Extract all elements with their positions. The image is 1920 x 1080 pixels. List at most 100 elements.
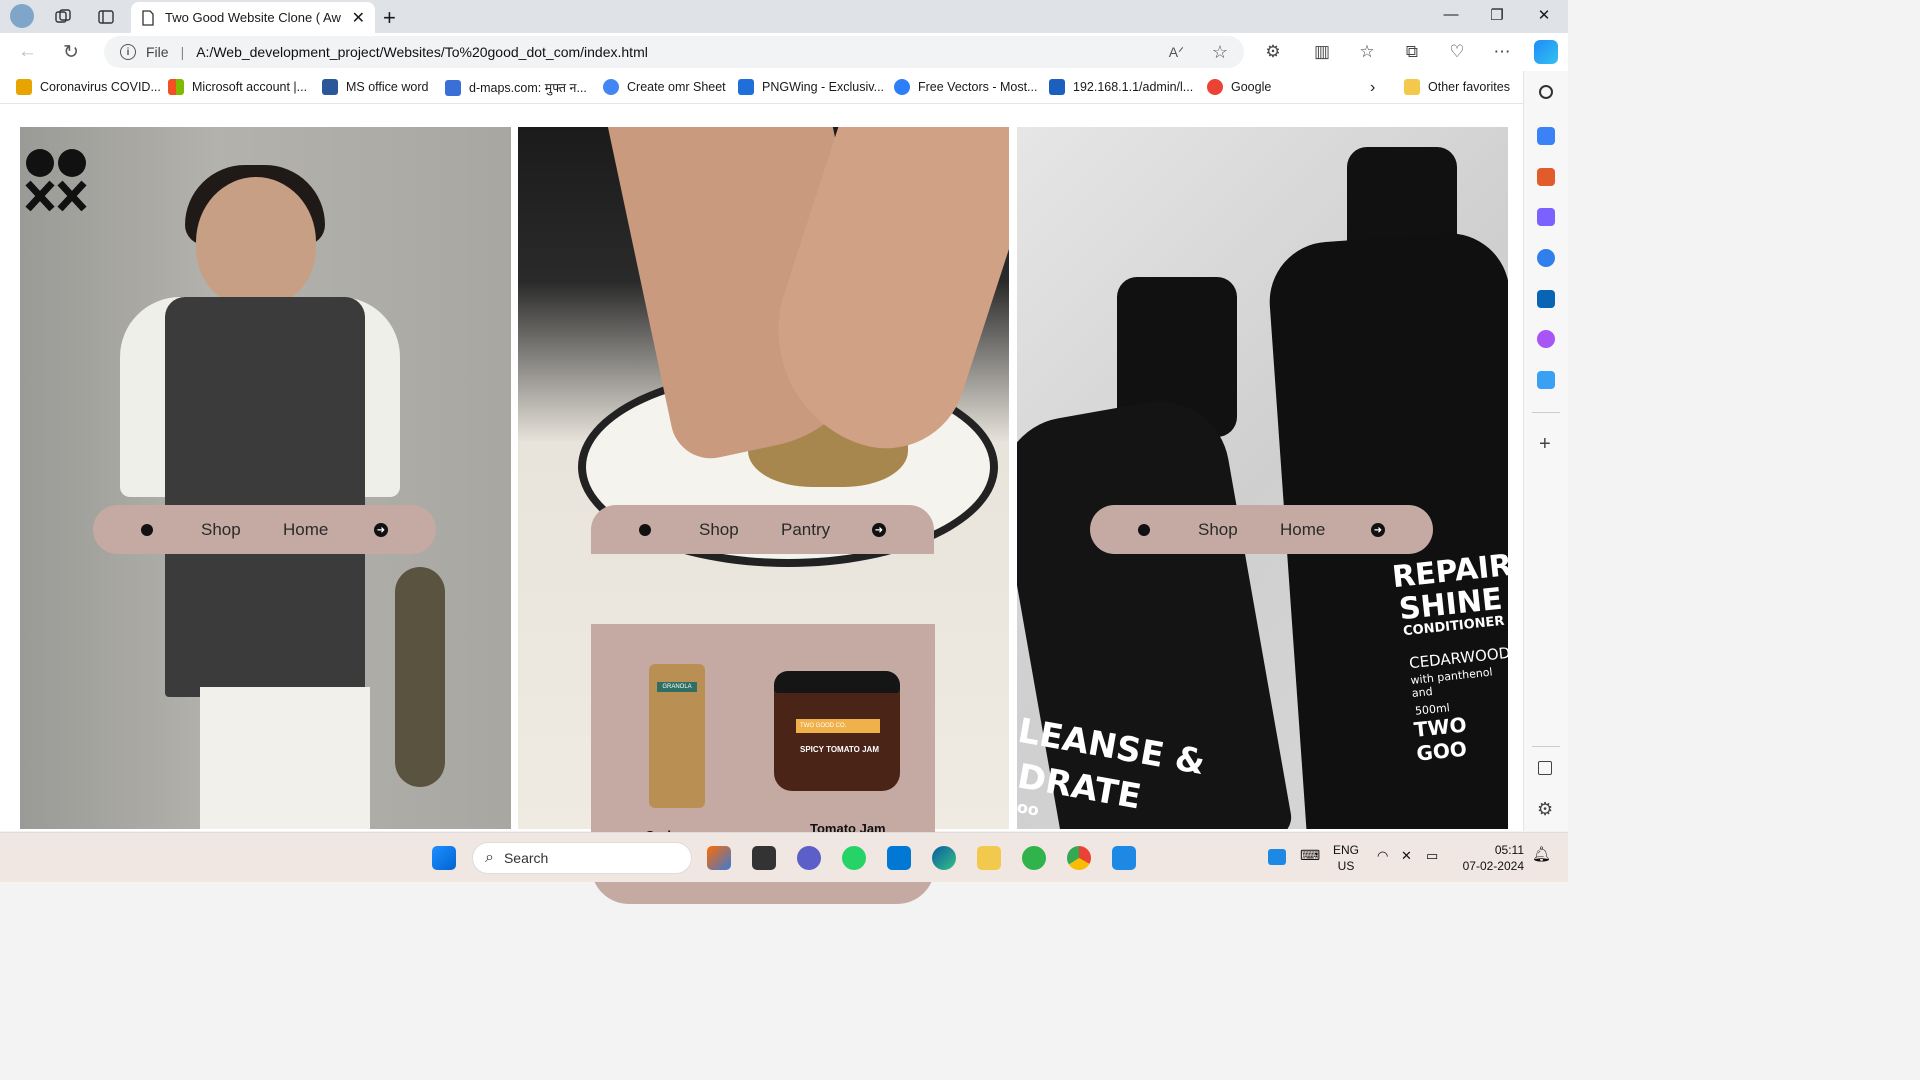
bottle-label-brand: TWO GOO [1412,712,1468,766]
add-icon[interactable]: + [1539,433,1551,456]
microsoft365-icon[interactable] [1537,249,1555,267]
router-icon [1049,79,1065,95]
windows-taskbar: ⌕ Search ⌨ ENG US ◠ ✕ ▭ 05:11 07-02-2024… [0,832,1568,882]
favorite-item[interactable]: 192.168.1.1/admin/l... [1049,79,1193,95]
word-icon [322,79,338,95]
app-green-icon[interactable] [1022,846,1046,870]
tab-actions-icon[interactable] [95,6,117,28]
active-tab[interactable]: Two Good Website Clone ( Awar ✕ [131,2,375,33]
favorite-star-icon[interactable]: ☆ [1212,42,1228,63]
games-icon[interactable] [1537,208,1555,226]
other-favorites[interactable]: Other favorites [1404,79,1510,95]
favorite-icon [16,79,32,95]
favorite-item[interactable]: Create omr Sheet [603,79,726,95]
folder-icon [1404,79,1420,95]
more-favorites-chevron-icon[interactable]: › [1370,79,1375,97]
copilot-icon[interactable] [1534,40,1558,64]
more-options-icon[interactable]: ⋯ [1491,42,1513,62]
close-window-button[interactable]: ✕ [1529,6,1559,24]
menu-shop-link[interactable]: Shop [699,520,739,540]
favorite-label: 192.168.1.1/admin/l... [1073,80,1194,94]
panel2-menu: Shop Pantry ➜ [591,505,934,554]
search-icon[interactable] [1539,85,1553,99]
browser-essentials-icon[interactable]: ♡ [1446,42,1468,62]
menu-shop-link[interactable]: Shop [1198,520,1238,540]
clock[interactable]: 05:11 07-02-2024 [1458,842,1524,874]
search-label: Search [503,850,549,866]
keyboard-icon[interactable]: ⌨ [1300,847,1320,863]
teams-chat-icon[interactable] [797,846,821,870]
favorite-item[interactable]: MS office word [322,79,428,95]
menu-home-link[interactable]: Home [1280,520,1325,540]
refresh-button[interactable]: ↻ [63,41,79,64]
favorite-item[interactable]: d-maps.com: मुफ्त न... [445,79,587,96]
menu-dot-icon [1138,524,1150,536]
chrome-icon[interactable] [1067,846,1091,870]
read-aloud-icon[interactable]: Aᐟ [1169,44,1184,61]
favorite-item[interactable]: Microsoft account |... [168,79,307,95]
shopping-icon[interactable] [1537,127,1555,145]
copilot-preview-icon[interactable] [707,846,731,870]
menu-home-link[interactable]: Home [283,520,328,540]
split-screen-icon[interactable]: ▥ [1311,42,1333,62]
language-indicator[interactable]: ENG US [1333,842,1359,874]
security-icon[interactable] [1268,849,1286,865]
info-icon[interactable]: i [120,44,136,60]
url-text[interactable]: A:/Web_development_project/Websites/To%2… [196,44,648,60]
hide-sidebar-icon[interactable] [1538,761,1552,775]
jar-product-label: SPICY TOMATO JAM [800,745,879,754]
address-bar[interactable]: i File | A:/Web_development_project/Webs… [104,36,1244,68]
volume-muted-icon[interactable]: ✕ [1401,848,1412,864]
arrow-right-icon[interactable]: ➜ [872,523,886,537]
sidebar-divider [1532,746,1560,747]
profile-avatar-icon[interactable] [10,4,34,28]
arrow-right-icon[interactable]: ➜ [374,523,388,537]
tools-icon[interactable] [1537,168,1555,186]
two-good-logo-icon [25,149,87,211]
hero-panel-chef [20,127,511,829]
workspaces-icon[interactable] [52,6,74,28]
close-tab-icon[interactable]: ✕ [352,8,365,28]
store-icon[interactable] [887,846,911,870]
minimize-button[interactable]: — [1436,6,1466,23]
wifi-icon[interactable]: ◠ [1377,848,1388,864]
favorite-item[interactable]: Google [1207,79,1271,95]
outlook-icon[interactable] [1537,290,1555,308]
back-button[interactable]: ← [18,41,37,63]
jar-brand-label: TWO GOOD CO. [796,719,880,733]
edge-icon[interactable] [932,846,956,870]
settings-gear-icon[interactable]: ⚙ [1537,799,1553,820]
vscode-icon[interactable] [1112,846,1136,870]
file-explorer-icon[interactable] [977,846,1001,870]
search-icon: ⌕ [485,849,494,866]
tomato-jam-jar-image[interactable]: TWO GOOD CO. SPICY TOMATO JAM [774,671,900,791]
new-tab-button[interactable]: + [383,5,396,31]
start-icon[interactable] [432,846,456,870]
collections-icon[interactable]: ⧉ [1401,42,1423,62]
notification-bell-icon[interactable]: 🔔︎ [1532,847,1551,863]
favorites-icon[interactable]: ☆ [1356,42,1378,62]
granola-bag-image[interactable]: GRANOLA [649,664,705,808]
favorite-item[interactable]: Coronavirus COVID... [16,79,161,95]
send-icon[interactable] [1537,371,1555,389]
favorite-item[interactable]: PNGWing - Exclusiv... [738,79,884,95]
fish-image [395,567,445,787]
extensions-icon[interactable]: ⚙ [1262,42,1284,62]
task-view-icon[interactable] [752,846,776,870]
arrow-right-icon[interactable]: ➜ [1371,523,1385,537]
other-favorites-label: Other favorites [1428,80,1510,94]
menu-pantry-link[interactable]: Pantry [781,520,830,540]
whatsapp-icon[interactable] [842,846,866,870]
battery-icon[interactable]: ▭ [1426,848,1438,864]
menu-shop-link[interactable]: Shop [201,520,241,540]
taskbar-search[interactable]: ⌕ Search [472,842,692,874]
page-viewport: REPAIR SHINE CONDITIONER CEDARWOOD with … [0,104,1523,904]
favorite-item[interactable]: Free Vectors - Most... [894,79,1037,95]
edge-sidebar: + ⚙ [1523,71,1568,831]
clock-time: 05:11 [1494,843,1524,857]
region-code: US [1337,859,1355,873]
favorite-label: PNGWing - Exclusiv... [762,80,885,94]
designer-icon[interactable] [1537,330,1555,348]
sidebar-divider [1532,412,1560,413]
maximize-button[interactable]: ❐ [1482,6,1512,24]
